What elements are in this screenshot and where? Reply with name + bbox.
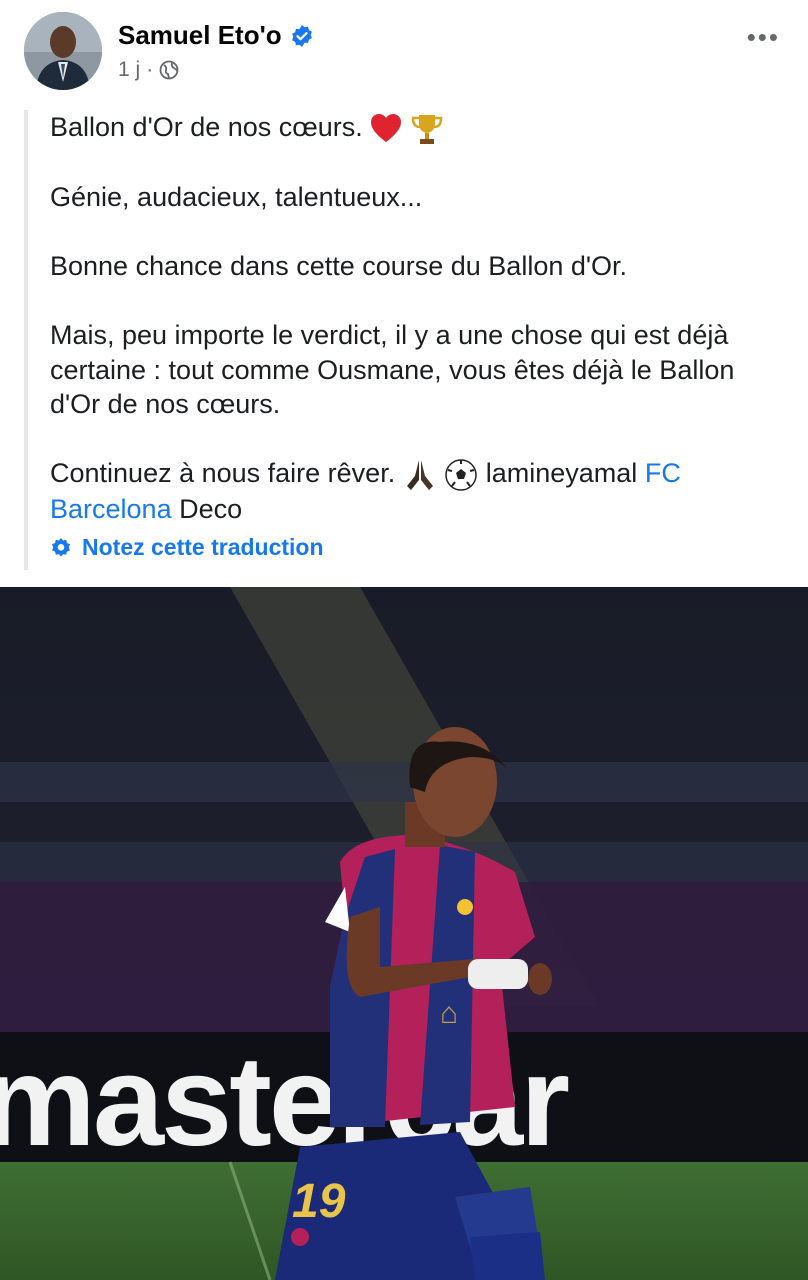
gear-icon [52,537,70,557]
avatar[interactable] [24,12,102,90]
paragraph-1-text: Ballon d'Or de nos cœurs. [50,112,363,142]
svg-text:⌂: ⌂ [440,997,458,1030]
soccer-ball-emoji-icon [445,459,477,491]
paragraph-1: Ballon d'Or de nos cœurs. [50,110,780,146]
post-time[interactable]: 1 j [118,58,140,82]
trophy-emoji-icon [411,114,443,144]
rate-translation-link[interactable]: Notez cette traduction [50,534,324,561]
heart-emoji-icon [371,113,402,142]
paragraph-2: Génie, audacieux, talentueux... [50,182,423,213]
globe-icon [159,60,179,80]
post-meta: 1 j · [118,58,179,82]
paragraph-5-text: Continuez à nous faire rêver. [50,458,396,489]
author-name-text[interactable]: Samuel Eto'o [118,20,282,51]
tag-lamineyamal[interactable]: lamineyamal [486,458,638,488]
rate-translation-label[interactable]: Notez cette traduction [82,534,324,561]
shirt-number: 19 [292,1175,346,1228]
author-name[interactable]: Samuel Eto'o [118,20,314,51]
post-body: Ballon d'Or de nos cœurs. Génie, audacie… [24,110,788,570]
meta-separator: · [146,58,154,81]
tag-deco[interactable]: Deco [179,494,242,524]
post-header: Samuel Eto'o 1 j · ••• [0,0,808,100]
player-photo: mastercar ⌂ 19 [0,587,808,1280]
more-options-icon[interactable]: ••• [747,22,780,53]
paragraph-5: Continuez à nous faire rêver. lamineyama… [50,456,780,526]
post-photo[interactable]: mastercar ⌂ 19 [0,587,808,1280]
paragraph-3: Bonne chance dans cette course du Ballon… [50,251,628,282]
praying-hands-emoji-icon [406,460,433,491]
paragraph-4: Mais, peu importe le verdict, il y a une… [50,320,735,420]
verified-badge-icon [291,24,312,47]
post-text: Ballon d'Or de nos cœurs. Génie, audacie… [50,110,780,561]
